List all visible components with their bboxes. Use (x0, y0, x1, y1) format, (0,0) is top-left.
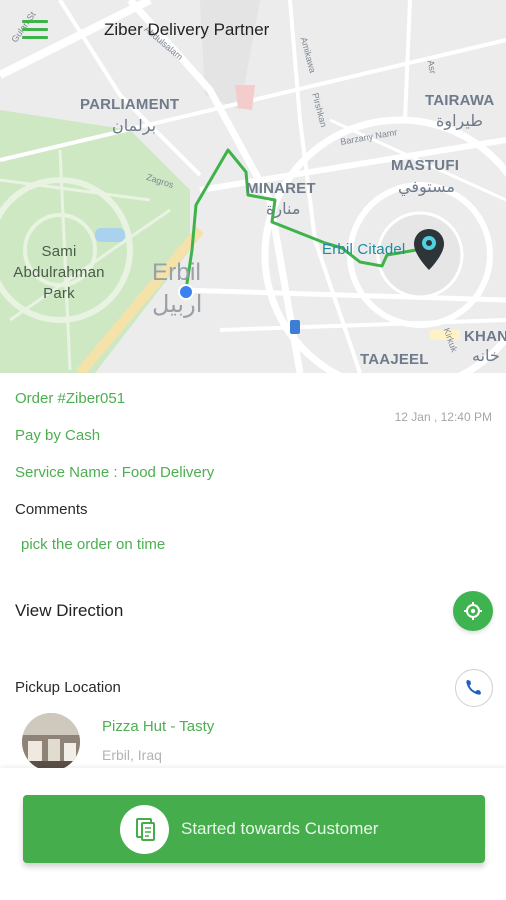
map-label-mastufi: MASTUFI (391, 157, 460, 174)
service-name: Service Name : Food Delivery (15, 464, 215, 481)
order-number: Order #Ziber051 (15, 390, 126, 407)
map-label-parliament-ar: برلمان (112, 118, 157, 135)
map-label-minaret-ar: منارة (266, 201, 301, 218)
store-name: Pizza Hut - Tasty (102, 718, 215, 735)
bottom-action-bar: Started towards Customer (0, 768, 506, 900)
park-line-2: Abdulrahman (13, 264, 105, 281)
map-pin-icon[interactable] (413, 228, 445, 272)
started-towards-customer-button[interactable]: Started towards Customer (23, 795, 485, 863)
comments-label: Comments (15, 501, 88, 518)
navigation-target-icon (464, 602, 482, 620)
map-label-khan: KHAN (464, 328, 506, 345)
payment-method: Pay by Cash (15, 427, 101, 444)
park-line-3: Park (43, 285, 75, 302)
view-direction-button[interactable] (453, 591, 493, 631)
hamburger-menu-icon[interactable] (22, 20, 48, 42)
map-label-mastufi-ar: مستوفي (398, 179, 455, 196)
map-label-minaret: MINARET (246, 180, 316, 197)
location-dot-icon (178, 284, 194, 300)
app-title: Ziber Delivery Partner (104, 20, 270, 39)
phone-icon (466, 680, 481, 695)
map-label-park: Sami Abdulrahman Park (8, 241, 110, 304)
delivery-status-icon (120, 805, 169, 854)
map-label-parliament: PARLIAMENT (80, 96, 180, 113)
street-label: Asr (425, 59, 438, 75)
pickup-location-label: Pickup Location (15, 679, 121, 696)
route-map[interactable]: PARLIAMENT برلمان TAIRAWA طيراوة MASTUFI… (0, 0, 506, 373)
app-screen: PARLIAMENT برلمان TAIRAWA طيراوة MASTUFI… (0, 0, 506, 900)
comments-text: pick the order on time (21, 536, 166, 553)
map-label-tairawa: TAIRAWA (425, 92, 495, 109)
call-button[interactable] (455, 669, 493, 707)
map-label-khan-ar: خانه (472, 348, 500, 365)
order-date: 12 Jan , 12:40 PM (394, 410, 492, 424)
map-label-taajeel: TAAJEEL (360, 351, 429, 368)
map-label-citadel[interactable]: Erbil Citadel (322, 241, 405, 258)
action-button-label: Started towards Customer (181, 819, 379, 838)
park-line-1: Sami (41, 243, 77, 260)
store-image (22, 713, 80, 771)
view-direction-label[interactable]: View Direction (15, 601, 123, 621)
store-location: Erbil, Iraq (102, 747, 162, 763)
store-thumbnail (22, 713, 80, 771)
map-label-tairawa-ar: طيراوة (436, 113, 483, 130)
